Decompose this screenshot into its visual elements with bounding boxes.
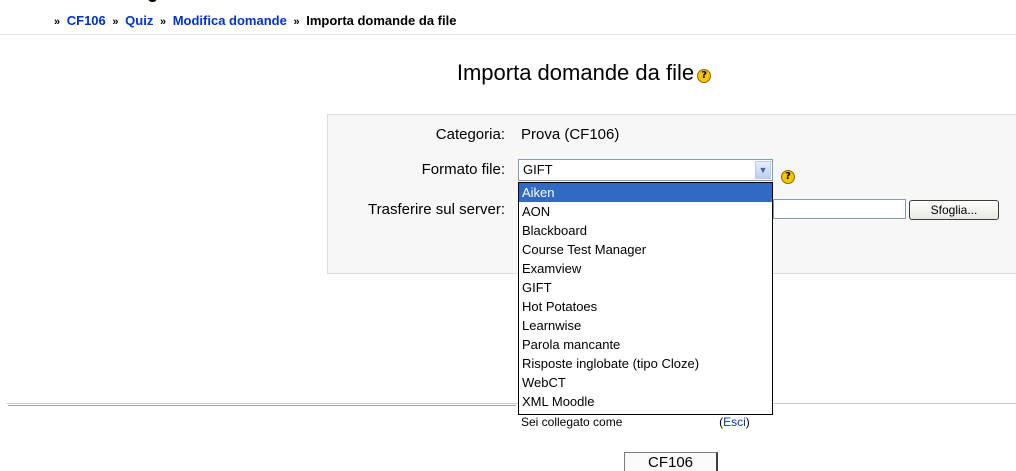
format-option-hot-potatoes[interactable]: Hot Potatoes: [519, 297, 772, 316]
breadcrumb-separator: »: [112, 16, 119, 28]
category-label: Categoria:: [435, 126, 505, 143]
file-path-input[interactable]: [773, 199, 906, 219]
chevron-down-icon[interactable]: ▼: [755, 161, 771, 179]
help-icon[interactable]: ?: [781, 170, 795, 184]
format-option-aon[interactable]: AON: [519, 202, 772, 221]
masked-logo: [0, 8, 50, 36]
format-option-aiken[interactable]: Aiken: [519, 183, 772, 202]
format-option-missing-word[interactable]: Parola mancante: [519, 335, 772, 354]
breadcrumb: » CF106 » Quiz » Modifica domande » Impo…: [0, 8, 1016, 34]
help-icon[interactable]: ?: [697, 69, 712, 83]
breadcrumb-separator: »: [54, 16, 61, 28]
upload-label: Trasferire sul server:: [368, 201, 505, 218]
breadcrumb-link-quiz[interactable]: Quiz: [125, 13, 153, 28]
file-format-selected-value: GIFT: [523, 162, 553, 177]
breadcrumb-divider: [0, 34, 1016, 35]
page-heading: Importa domande da file?: [0, 60, 1016, 86]
top-strip: [0, 0, 1016, 5]
breadcrumb-separator: »: [293, 16, 300, 28]
breadcrumb-link-edit-questions[interactable]: Modifica domande: [173, 13, 287, 28]
browse-button[interactable]: Sfoglia...: [909, 200, 999, 220]
format-option-webct[interactable]: WebCT: [519, 373, 772, 392]
page-title: Importa domande da file: [456, 60, 695, 85]
file-format-select[interactable]: GIFT ▼: [518, 159, 773, 181]
format-option-blackboard[interactable]: Blackboard: [519, 221, 772, 240]
file-format-dropdown[interactable]: Aiken AON Blackboard Course Test Manager…: [518, 182, 773, 415]
breadcrumb-link-course[interactable]: CF106: [67, 13, 106, 28]
format-option-xml-moodle[interactable]: XML Moodle: [519, 392, 772, 411]
breadcrumb-current: Importa domande da file: [306, 13, 457, 28]
breadcrumb-separator: »: [159, 16, 167, 28]
format-option-course-test-manager[interactable]: Course Test Manager: [519, 240, 772, 259]
format-option-examview[interactable]: Examview: [519, 259, 772, 278]
format-option-cloze[interactable]: Risposte inglobate (tipo Cloze): [519, 354, 772, 373]
file-format-label: Formato file:: [421, 161, 505, 178]
logged-in-prefix: Sei collegato come: [521, 415, 623, 429]
category-value: Prova (CF106): [521, 126, 620, 143]
breadcrumb-trail: » CF106 » Quiz » Modifica domande » Impo…: [54, 8, 456, 35]
login-info: Sei collegato come (Esci): [521, 415, 750, 429]
logout-link[interactable]: Esci: [723, 415, 746, 429]
page-root: » CF106 » Quiz » Modifica domande » Impo…: [0, 0, 1016, 471]
footer-divider: [7, 403, 1016, 404]
course-home-button[interactable]: CF106: [624, 452, 718, 471]
footer-divider-shadow: [8, 405, 516, 406]
logout-paren-close: ): [745, 415, 750, 429]
format-option-gift[interactable]: GIFT: [519, 278, 772, 297]
format-option-learnwise[interactable]: Learnwise: [519, 316, 772, 335]
cut-off-header-glyph: [148, 0, 157, 2]
masked-username: [625, 417, 716, 428]
